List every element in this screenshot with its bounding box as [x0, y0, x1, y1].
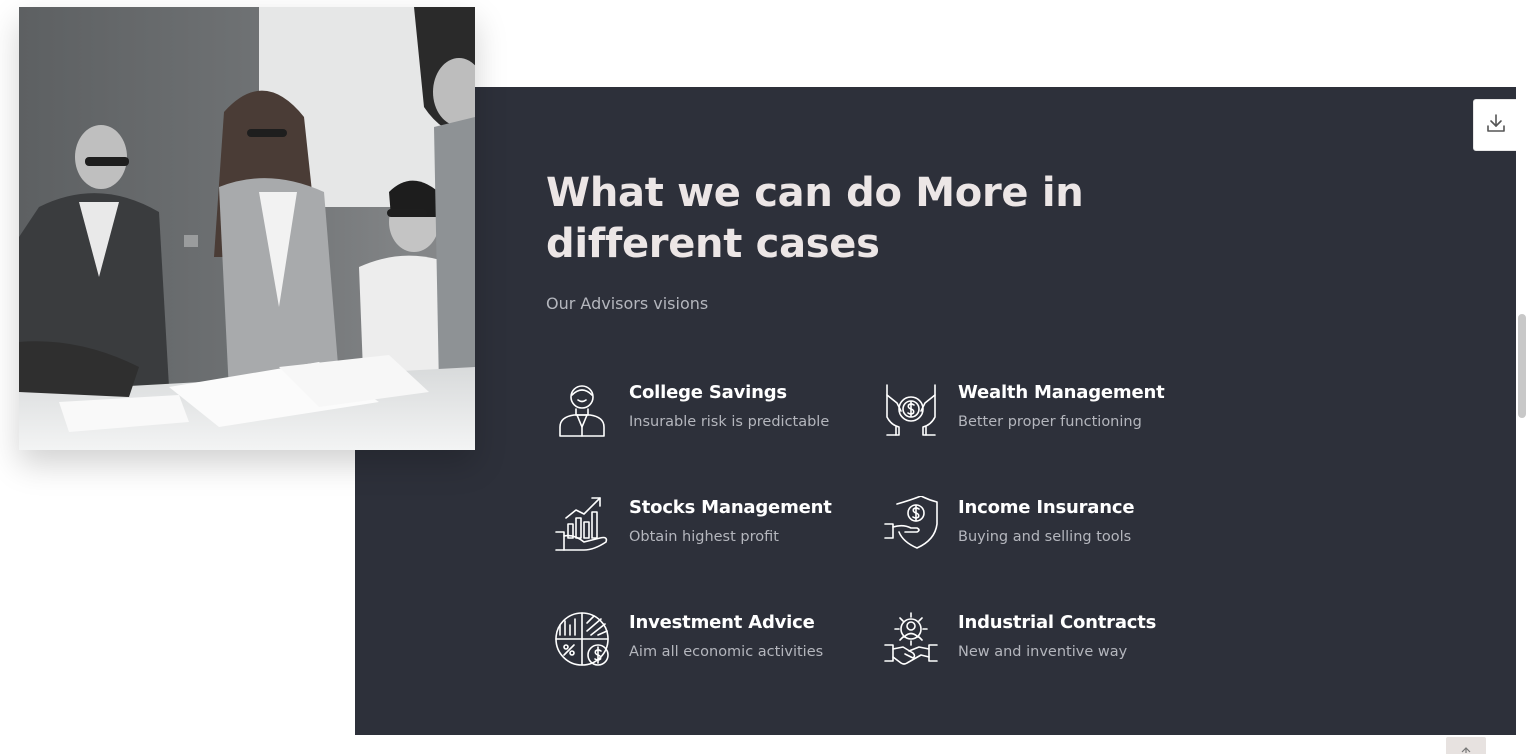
team-meeting-photo	[19, 7, 475, 450]
download-icon	[1485, 112, 1507, 138]
service-title: Investment Advice	[629, 612, 815, 633]
service-title: Income Insurance	[958, 497, 1135, 518]
service-description: Better proper functioning	[958, 414, 1142, 430]
scrollbar-thumb[interactable]	[1518, 314, 1526, 418]
download-button[interactable]	[1473, 99, 1519, 151]
service-description: Aim all economic activities	[629, 644, 824, 660]
service-title: Industrial Contracts	[958, 612, 1157, 633]
service-description: Buying and selling tools	[958, 529, 1132, 545]
stocks-growth-icon	[554, 496, 616, 558]
advisor-person-icon	[554, 381, 616, 443]
section-heading: What we can do More in different cases	[546, 170, 1084, 267]
service-income-insurance[interactable]: Income Insurance Buying and selling tool…	[883, 496, 1183, 566]
service-college-savings[interactable]: College Savings Insurable risk is predic…	[554, 381, 854, 451]
handshake-gear-icon	[883, 611, 945, 673]
pie-chart-icon	[554, 611, 616, 673]
service-description: New and inventive way	[958, 644, 1128, 660]
service-description: Obtain highest profit	[629, 529, 779, 545]
service-description: Insurable risk is predictable	[629, 414, 830, 430]
service-stocks-management[interactable]: Stocks Management Obtain highest profit	[554, 496, 854, 566]
service-title: Wealth Management	[958, 382, 1165, 403]
service-investment-advice[interactable]: Investment Advice Aim all economic activ…	[554, 611, 854, 681]
service-industrial-contracts[interactable]: Industrial Contracts New and inventive w…	[883, 611, 1183, 681]
service-wealth-management[interactable]: Wealth Management Better proper function…	[883, 381, 1183, 451]
shield-dollar-icon	[883, 496, 945, 558]
section-subtitle: Our Advisors visions	[546, 294, 709, 313]
money-hands-icon	[883, 381, 945, 443]
page: What we can do More in different cases O…	[0, 0, 1527, 754]
arrow-up-icon	[1461, 743, 1471, 754]
scroll-to-top-button[interactable]	[1446, 737, 1486, 754]
service-title: College Savings	[629, 382, 787, 403]
service-title: Stocks Management	[629, 497, 832, 518]
